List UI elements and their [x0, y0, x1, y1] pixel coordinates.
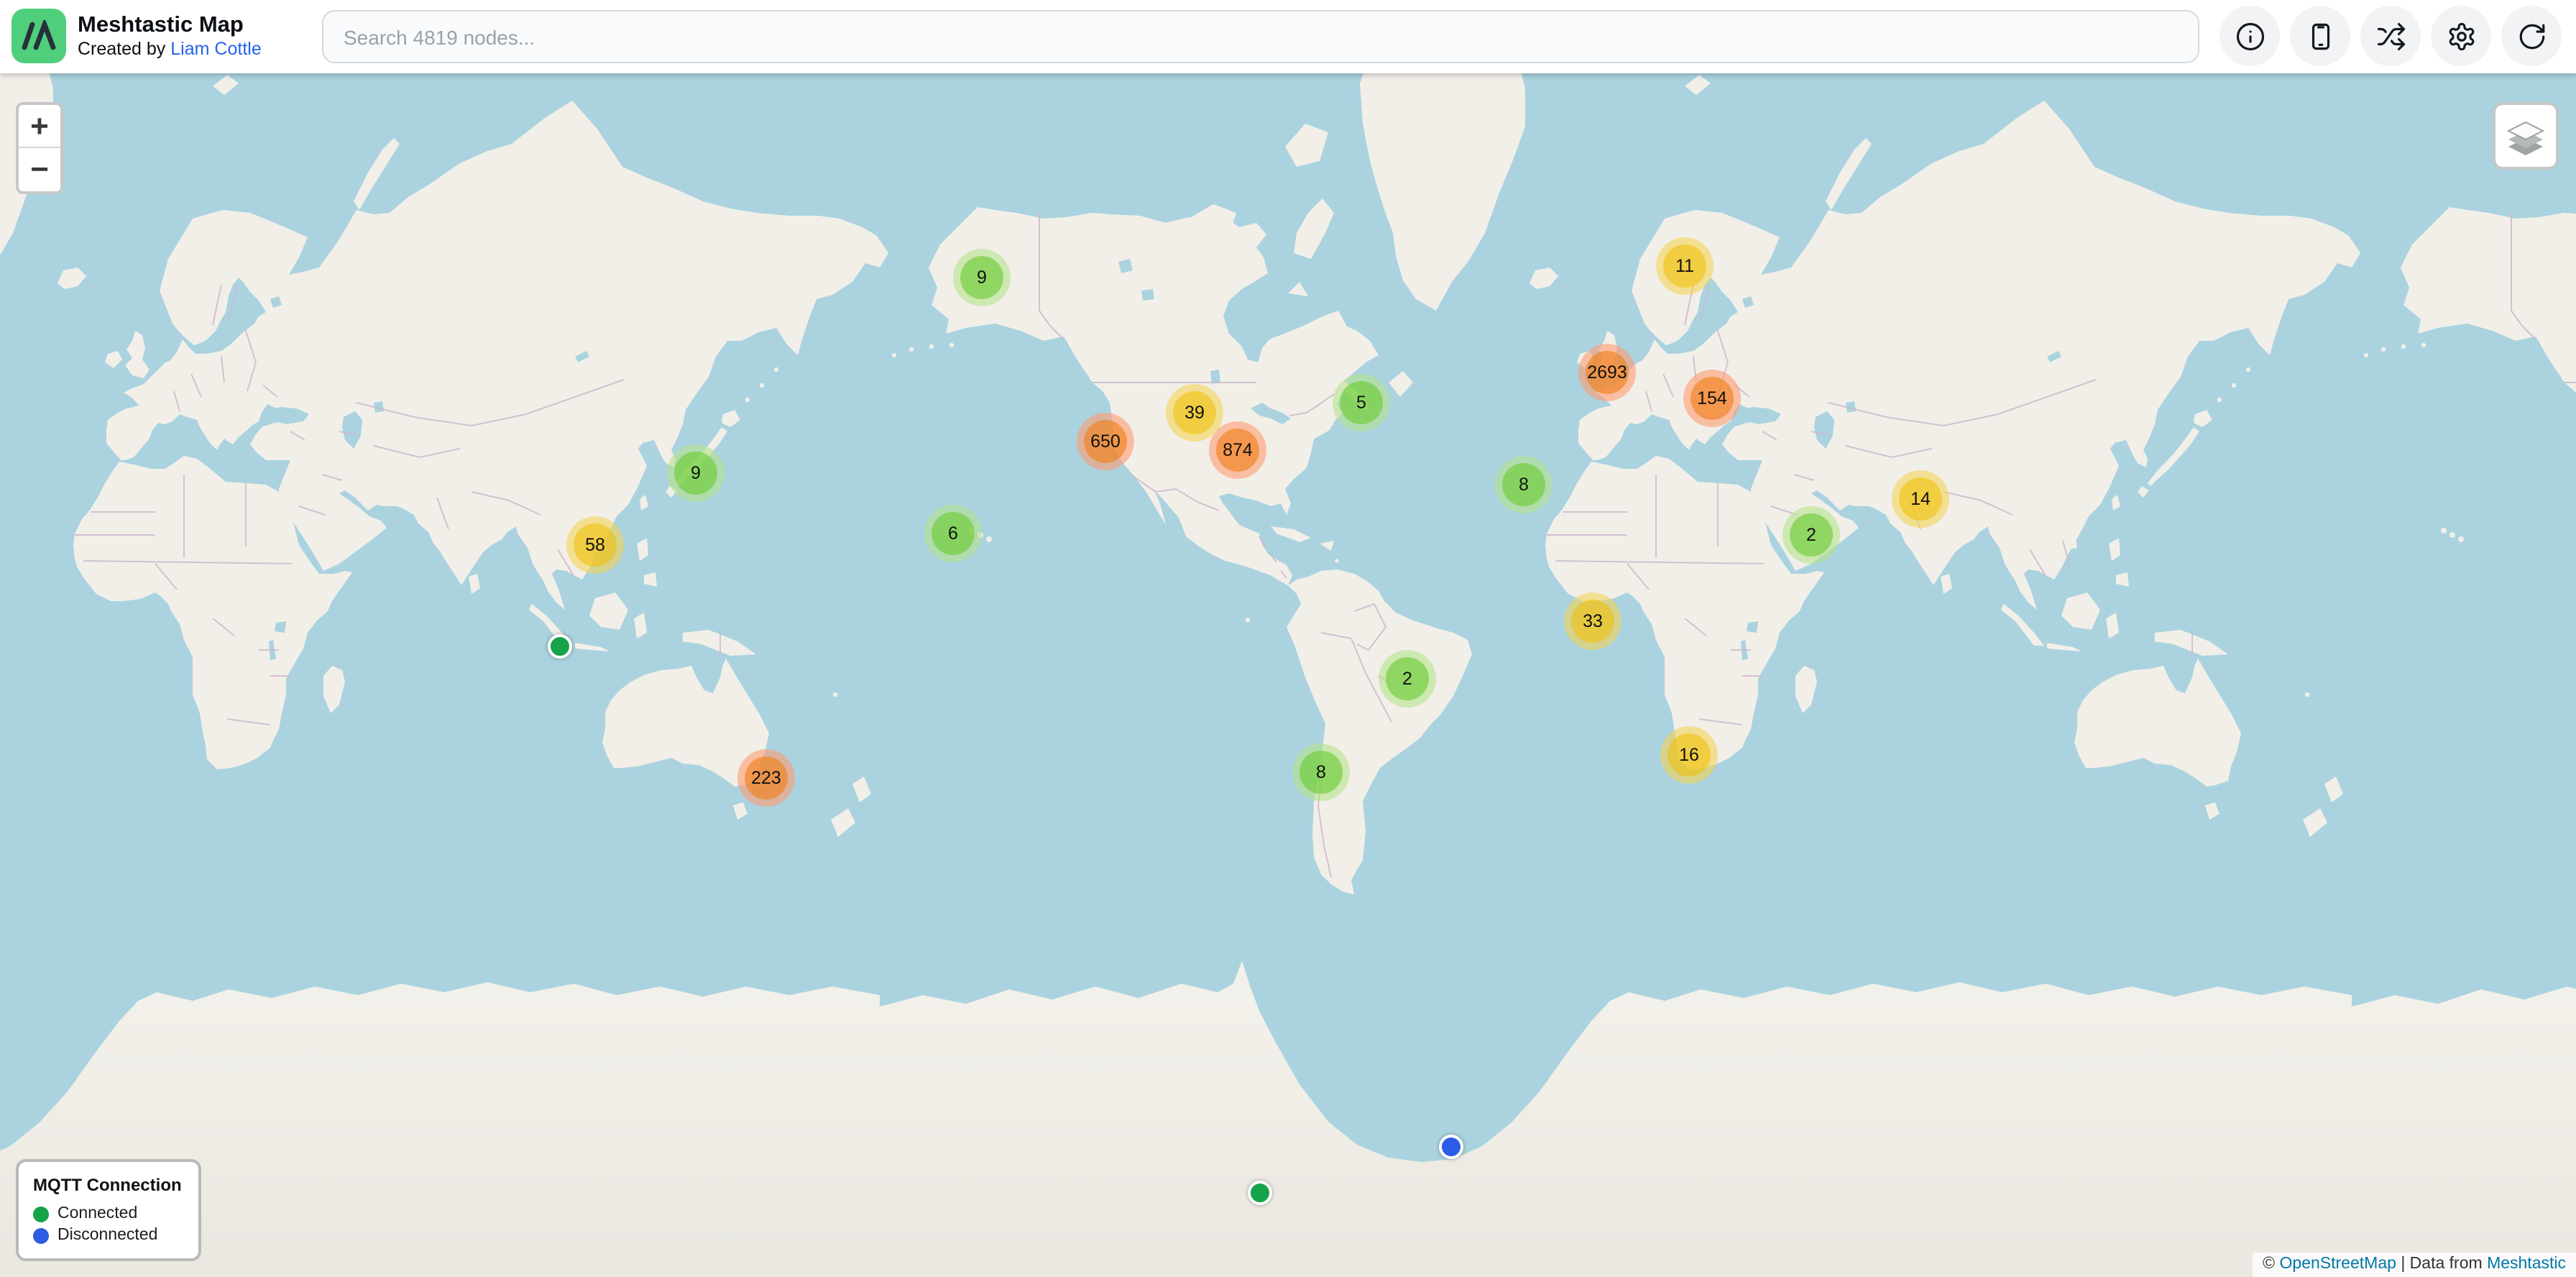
- gear-icon: [2446, 21, 2476, 51]
- zoom-control: + −: [16, 102, 63, 194]
- node-cluster-marker[interactable]: 5: [1333, 374, 1390, 431]
- node-cluster-marker[interactable]: 11: [1656, 237, 1714, 295]
- node-cluster-marker[interactable]: 58: [566, 516, 624, 574]
- subtitle: Created by Liam Cottle: [78, 39, 262, 60]
- info-icon: [2235, 21, 2265, 51]
- legend-title: MQTT Connection: [33, 1175, 182, 1195]
- node-marker-connected[interactable]: [547, 633, 571, 658]
- cluster-count: 2: [1386, 657, 1429, 700]
- attribution-separator: | Data from: [2401, 1255, 2482, 1273]
- legend-item-connected: Connected: [33, 1205, 182, 1222]
- header-buttons: [2220, 6, 2562, 66]
- cluster-count: 14: [1899, 477, 1942, 521]
- cluster-count: 11: [1663, 244, 1706, 288]
- cluster-count: 223: [745, 756, 788, 800]
- shuffle-icon: [2375, 21, 2406, 51]
- cluster-count: 8: [1502, 463, 1545, 506]
- page-title: Meshtastic Map: [78, 12, 262, 39]
- copyright-symbol: ©: [2263, 1255, 2275, 1273]
- cluster-count: 9: [674, 452, 717, 495]
- map-attribution: © OpenStreetMap | Data from Meshtastic: [2253, 1253, 2576, 1277]
- legend-item-disconnected: Disconnected: [33, 1227, 182, 1244]
- search-input[interactable]: [322, 10, 2199, 63]
- node-cluster-marker[interactable]: 2693: [1578, 344, 1636, 401]
- cluster-count: 5: [1340, 381, 1383, 424]
- cluster-count: 650: [1084, 420, 1127, 463]
- info-button[interactable]: [2220, 6, 2280, 66]
- meshtastic-logo-icon: [12, 9, 66, 63]
- node-cluster-marker[interactable]: 223: [737, 749, 795, 807]
- disconnected-dot-icon: [33, 1227, 49, 1243]
- cluster-count: 154: [1690, 377, 1734, 420]
- node-cluster-marker[interactable]: 154: [1683, 370, 1741, 427]
- node-cluster-marker[interactable]: 8: [1495, 456, 1552, 513]
- node-cluster-marker[interactable]: 16: [1660, 726, 1718, 784]
- mobile-app-button[interactable]: [2290, 6, 2350, 66]
- map-canvas[interactable]: 911269315439650874581429586332168223: [0, 0, 2576, 1277]
- connected-dot-icon: [33, 1206, 49, 1222]
- cluster-count: 2693: [1586, 351, 1629, 394]
- app-header: Meshtastic Map Created by Liam Cottle: [0, 0, 2576, 73]
- node-marker-connected[interactable]: [1247, 1180, 1271, 1204]
- node-cluster-marker[interactable]: 650: [1077, 413, 1134, 470]
- node-cluster-marker[interactable]: 9: [667, 444, 724, 502]
- cluster-count: 9: [960, 256, 1003, 299]
- cluster-count: 33: [1571, 600, 1614, 643]
- cluster-count: 6: [932, 512, 975, 555]
- legend-label: Disconnected: [58, 1227, 157, 1244]
- meshtastic-link[interactable]: Meshtastic: [2487, 1255, 2566, 1273]
- author-link[interactable]: Liam Cottle: [170, 39, 261, 59]
- node-cluster-marker[interactable]: 14: [1892, 470, 1949, 528]
- cluster-count: 58: [574, 523, 617, 567]
- cluster-count: 2: [1790, 513, 1833, 557]
- cluster-count: 39: [1173, 391, 1216, 434]
- node-cluster-marker[interactable]: 2: [1379, 650, 1436, 708]
- refresh-button[interactable]: [2501, 6, 2562, 66]
- refresh-icon: [2516, 21, 2547, 51]
- node-cluster-marker[interactable]: 874: [1209, 421, 1266, 479]
- layers-control[interactable]: [2493, 102, 2559, 170]
- node-cluster-marker[interactable]: 8: [1292, 743, 1350, 801]
- cluster-count: 874: [1216, 429, 1259, 472]
- cluster-count: 8: [1300, 751, 1343, 794]
- cluster-count: 16: [1668, 733, 1711, 777]
- world-map-tiles: [0, 0, 2576, 1277]
- settings-button[interactable]: [2431, 6, 2491, 66]
- subtitle-prefix: Created by: [78, 39, 165, 59]
- layers-icon: [2504, 114, 2547, 157]
- openstreetmap-link[interactable]: OpenStreetMap: [2280, 1255, 2396, 1273]
- node-marker-disconnected[interactable]: [1438, 1134, 1463, 1158]
- smartphone-icon: [2305, 21, 2335, 51]
- random-node-button[interactable]: [2360, 6, 2421, 66]
- zoom-out-button[interactable]: −: [19, 148, 60, 191]
- node-cluster-marker[interactable]: 6: [924, 505, 982, 562]
- node-cluster-marker[interactable]: 33: [1564, 592, 1622, 650]
- mqtt-legend: MQTT Connection Connected Disconnected: [16, 1159, 202, 1261]
- node-cluster-marker[interactable]: 9: [953, 249, 1011, 306]
- meshtastic-map-app: 911269315439650874581429586332168223 Mes…: [0, 0, 2576, 1277]
- brand: Meshtastic Map Created by Liam Cottle: [12, 9, 262, 63]
- legend-label: Connected: [58, 1205, 137, 1222]
- node-cluster-marker[interactable]: 2: [1782, 506, 1840, 564]
- zoom-in-button[interactable]: +: [19, 105, 60, 148]
